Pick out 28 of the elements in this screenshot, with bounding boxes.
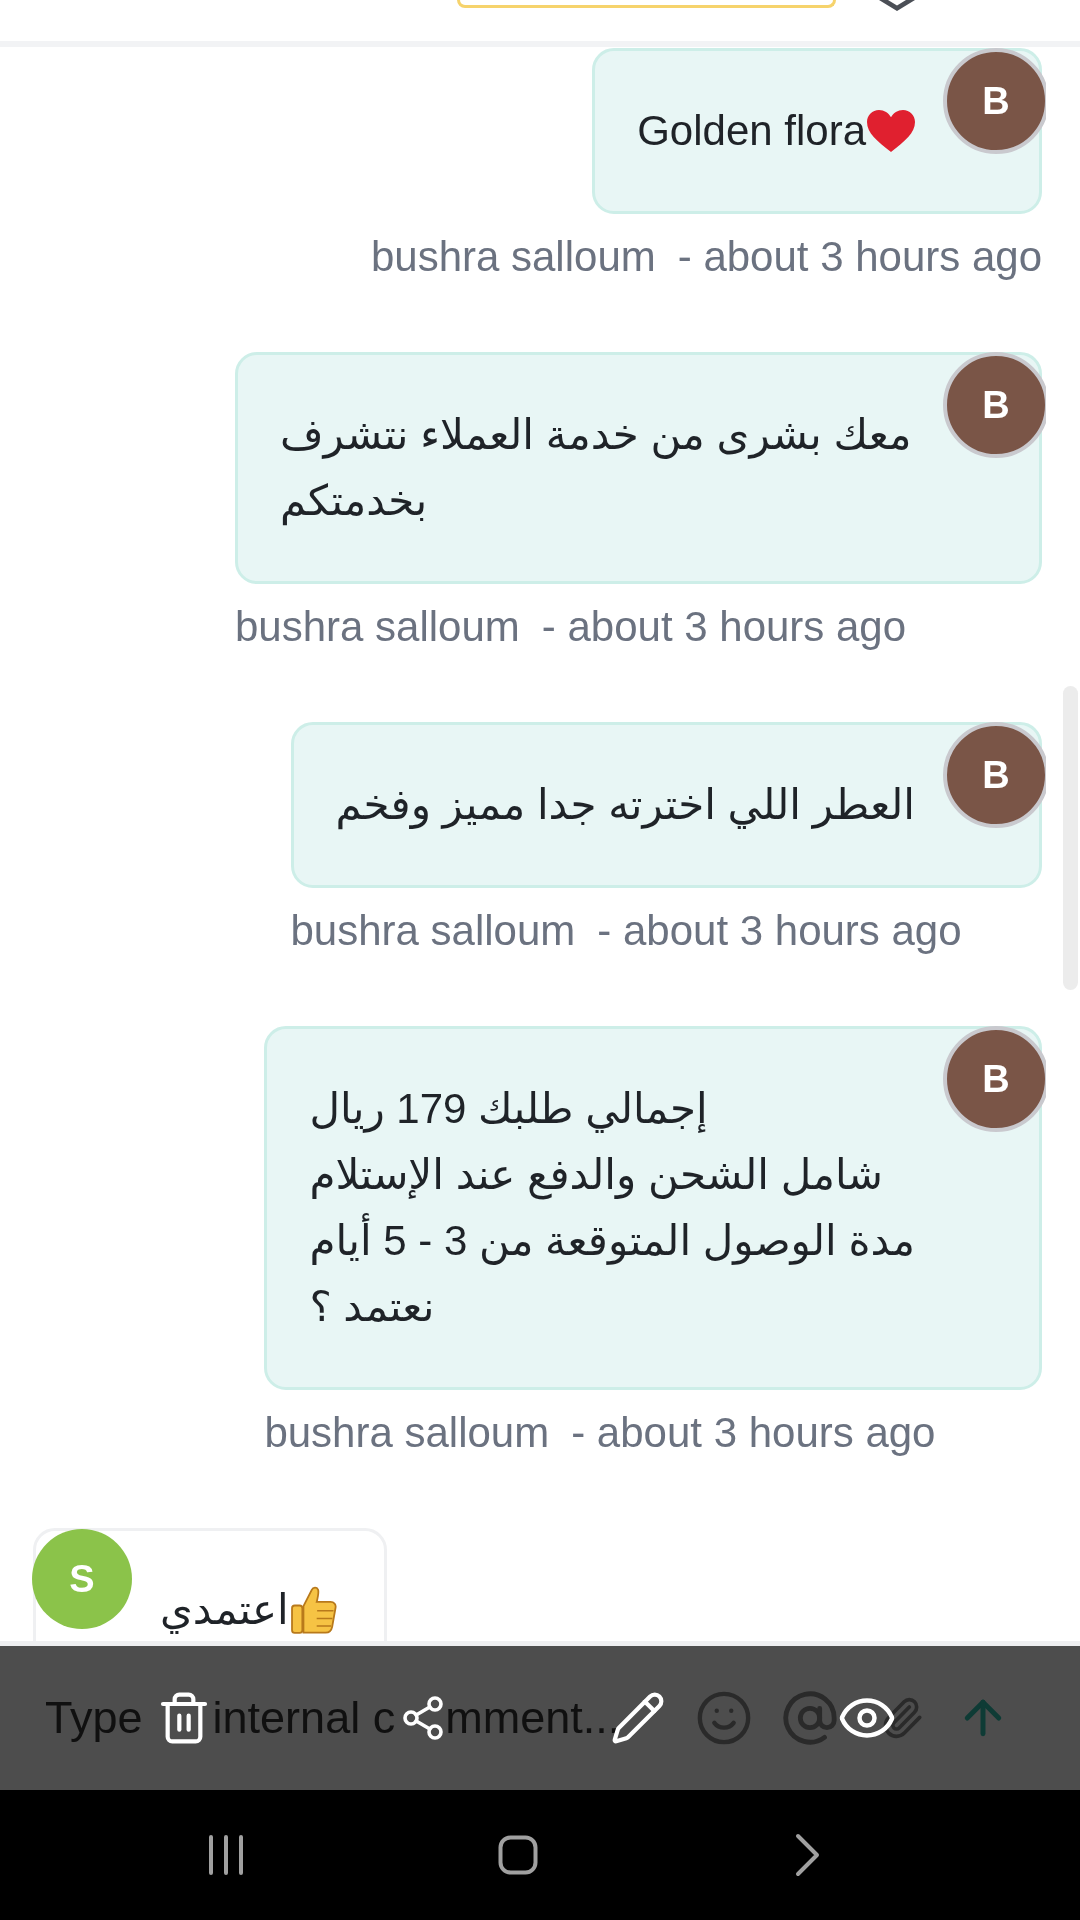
avatar: B xyxy=(943,48,1046,154)
author-name: bushra salloum xyxy=(235,602,520,652)
placeholder-text: Type xyxy=(45,1692,143,1744)
timestamp: - about 3 hours ago xyxy=(677,232,1042,282)
heart-icon xyxy=(867,110,915,152)
message-text: معك بشرى من خدمة العملاء نتشرف بخدمتكم xyxy=(280,410,913,528)
message-text: العطر اللي اخترته جدا مميز وفخم xyxy=(335,780,915,832)
avatar: B xyxy=(943,1026,1046,1132)
message-text: اعتمدي xyxy=(160,1585,289,1636)
avatar: B xyxy=(943,722,1046,828)
timestamp: - about 3 hours ago xyxy=(571,1408,936,1458)
chevron-down-icon[interactable] xyxy=(879,0,915,11)
recent-apps-icon[interactable] xyxy=(206,1835,246,1875)
author-name: bushra salloum xyxy=(370,232,656,282)
avatar: S xyxy=(32,1529,132,1629)
comment-input[interactable]: Type internal c mment... xyxy=(45,1686,685,1750)
placeholder-text: internal c xyxy=(212,1692,396,1744)
timestamp: - about 3 hours ago xyxy=(541,602,907,652)
home-icon[interactable] xyxy=(498,1835,538,1875)
timestamp: - about 3 hours ago xyxy=(597,906,962,956)
message-text: Golden flora xyxy=(637,106,866,156)
author-name: bushra salloum xyxy=(290,906,576,956)
avatar: B xyxy=(943,352,1046,458)
thumbs-up-icon xyxy=(290,1586,337,1634)
author-name: bushra salloum xyxy=(264,1408,550,1458)
chevron-right-icon[interactable] xyxy=(795,1833,821,1877)
message-text: إجمالي طلبك 179 ريال شامل الشحن والدفع عند الإستلام مدة الوصول المتوقعة من 3 - 5 أيام نعتمد ؟ xyxy=(309,1084,915,1332)
placeholder-text: mment... xyxy=(445,1692,621,1744)
